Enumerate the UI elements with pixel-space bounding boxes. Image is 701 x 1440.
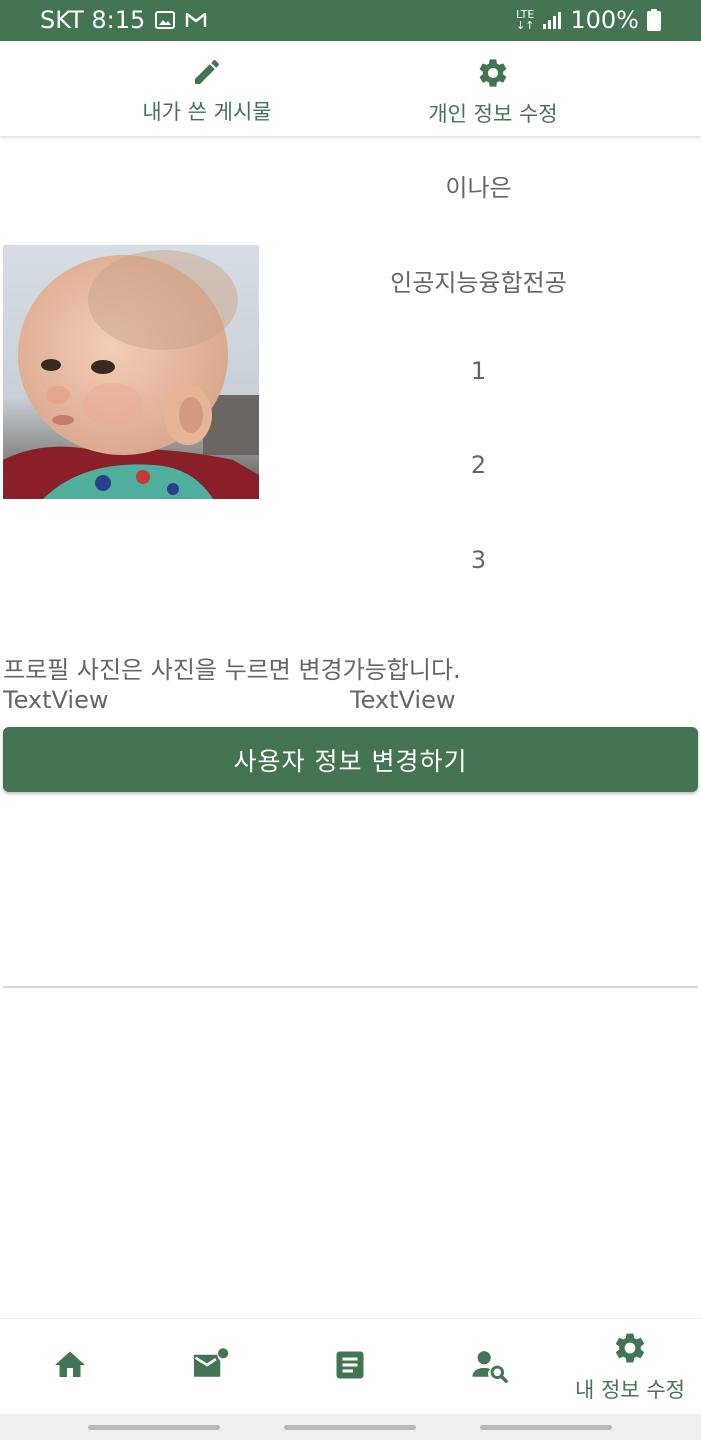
nav-my-info[interactable]: 내 정보 수정 (565, 1319, 695, 1415)
pencil-icon (191, 56, 223, 92)
carrier-time: SKT 8:15 (40, 6, 146, 34)
status-right: LTE ↓↑ 100% (516, 6, 661, 34)
user-major: 인공지능융합전공 (390, 269, 567, 297)
status-left: SKT 8:15 (40, 6, 207, 34)
nav-my-info-label: 내 정보 수정 (575, 1378, 685, 1402)
profile-photo[interactable] (3, 245, 259, 499)
user-info-1: 1 (470, 357, 487, 385)
tab-my-posts-label: 내가 쓴 게시물 (142, 100, 272, 124)
status-bar: SKT 8:15 LTE ↓↑ 100% (0, 0, 701, 41)
bottom-navigation: 내 정보 수정 (0, 1318, 701, 1414)
tab-my-posts[interactable]: 내가 쓴 게시물 (107, 56, 307, 126)
photo-change-hint: 프로필 사진은 사진을 누르면 변경가능합니다. (3, 656, 461, 684)
person-search-icon (471, 1347, 509, 1387)
battery-icon (647, 9, 661, 31)
signal-icon (542, 11, 562, 29)
user-info-2: 2 (470, 451, 487, 479)
lte-icon: LTE ↓↑ (515, 8, 535, 32)
gesture-handle-center[interactable] (284, 1425, 416, 1430)
nav-home[interactable] (20, 1319, 120, 1415)
gear-icon (476, 56, 510, 94)
textview-2: TextView (350, 686, 456, 714)
nav-board[interactable] (300, 1319, 400, 1415)
tab-edit-profile-label: 개인 정보 수정 (428, 102, 558, 126)
gear-icon (612, 1330, 648, 1370)
user-name: 이나은 (445, 174, 512, 202)
home-icon (52, 1347, 88, 1387)
gesture-handle-left[interactable] (88, 1425, 220, 1430)
system-gesture-bar (0, 1414, 701, 1440)
divider (3, 986, 698, 988)
nav-mail[interactable] (160, 1319, 260, 1415)
mail-icon (191, 1347, 229, 1387)
change-user-info-button[interactable]: 사용자 정보 변경하기 (3, 727, 698, 792)
document-icon (332, 1347, 368, 1387)
user-info-3: 3 (470, 546, 487, 574)
battery-percent: 100% (570, 6, 639, 34)
tab-edit-profile[interactable]: 개인 정보 수정 (393, 56, 593, 126)
textview-1: TextView (3, 686, 109, 714)
top-tab-bar: 내가 쓴 게시물 개인 정보 수정 (0, 41, 701, 136)
nav-search-user[interactable] (440, 1319, 540, 1415)
image-notification-icon (155, 10, 176, 30)
gesture-handle-right[interactable] (480, 1425, 612, 1430)
gmail-notification-icon (185, 11, 207, 29)
